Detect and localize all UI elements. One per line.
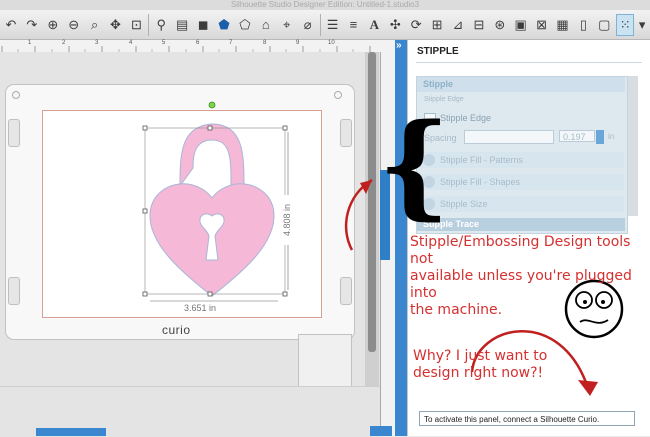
annotation-line: available unless you're plugged into <box>410 268 632 301</box>
annotation-text-1: Stipple/Embossing Design tools not avail… <box>410 234 650 319</box>
horizontal-scroll-thumb[interactable] <box>36 428 106 436</box>
annotation-line: Stipple/Embossing Design tools not <box>410 234 631 267</box>
scroll-arrows-icon[interactable] <box>370 426 392 436</box>
annotation-line: Why? I just want to <box>413 348 548 364</box>
annotation-arrow-up <box>344 178 373 251</box>
mat-corner-box <box>298 334 352 392</box>
annotation-line: design right now?! <box>413 365 544 381</box>
arrow-head <box>578 380 598 396</box>
annotation-line: the machine. <box>410 302 503 318</box>
annotation-text-2: Why? I just want to design right now?! <box>413 348 547 382</box>
